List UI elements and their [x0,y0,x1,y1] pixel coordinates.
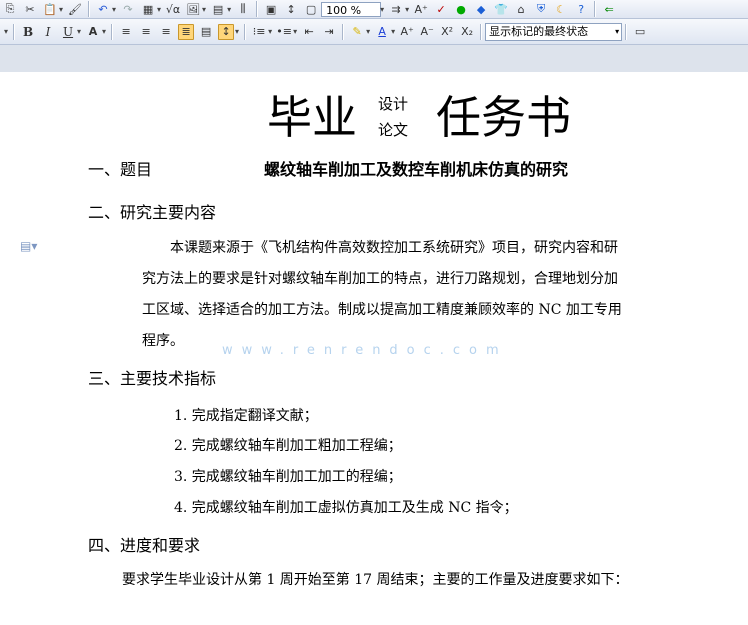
zoom-dropdown-icon[interactable]: ▾ [380,5,384,14]
toolbar-separator [342,23,345,40]
formula-icon[interactable]: √α [165,1,181,17]
underline-button[interactable]: U [60,24,76,40]
online-help-icon[interactable]: ● [453,1,469,17]
markup-view-value: 显示标记的最终状态 [489,24,589,38]
toolbar-separator [480,23,483,40]
numbering-dropdown-icon[interactable]: ▾ [268,27,272,36]
picture-dropdown-icon[interactable]: ▾ [202,5,206,14]
section-3-heading: 三、主要技术指标 [88,369,217,388]
ruler-area [0,45,748,73]
title-right: 任务书 [436,91,572,144]
line-spacing-icon[interactable]: ↕ [218,23,235,40]
highlight-icon[interactable]: ✎ [349,24,365,40]
document-title: 毕业 设计 论文 任务书 [0,90,748,150]
title-mid-top: 设计 [378,95,409,113]
italic-button[interactable]: I [40,24,56,40]
moon-icon[interactable]: ☾ [553,1,569,17]
align-left-icon[interactable]: ≡ [118,24,134,40]
paragraph-icon[interactable]: ▤▾ [20,239,37,253]
grid-dropdown-icon[interactable]: ▾ [227,5,231,14]
font-size-dropdown-icon[interactable]: ▾ [4,27,8,36]
justify-icon[interactable]: ≣ [178,23,195,40]
list-item: 3. 完成螺纹轴车削加工加工的程编； [174,469,402,485]
title-left: 毕业 [267,91,358,144]
increase-indent-icon[interactable]: ⇥ [321,24,337,40]
section-2-heading: 二、研究主要内容 [88,203,217,222]
toolbar-separator [594,1,597,17]
section-4-heading: 四、进度和要求 [88,536,201,555]
subject-title: 螺纹轴车削加工及数控车削机床仿真的研究 [264,160,569,179]
table-grid-icon[interactable]: ▤ [210,1,226,17]
list-item: 1. 完成指定翻译文献； [174,408,318,424]
back-arrow-icon[interactable]: ⇐ [601,1,617,17]
zoom-field[interactable]: 100 % [321,1,382,17]
toolbar-separator [625,23,628,40]
list-item: 2. 完成螺纹轴车削加工粗加工程编； [174,438,402,454]
align-right-icon[interactable]: ≡ [158,24,174,40]
copy-icon[interactable]: ⎘ [2,1,18,17]
chevron-down-icon: ▾ [615,26,620,36]
redo-icon[interactable]: ↷ [120,1,136,17]
line-spacing-dropdown-icon[interactable]: ▾ [235,27,239,36]
paste-dropdown-icon[interactable]: ▾ [59,5,63,14]
numbering-icon[interactable]: ⁝≡ [251,24,267,40]
text-effect-icon[interactable]: A [85,24,101,40]
paste-icon[interactable]: 📋 [42,1,58,17]
table-dropdown-icon[interactable]: ▾ [157,5,161,14]
share-dropdown-icon[interactable]: ▾ [405,5,409,14]
section-1-heading: 一、题目 [88,160,153,179]
format-painter-icon[interactable]: 🖌 [67,1,83,17]
columns-icon[interactable]: ⫼ [235,1,251,17]
shield-icon[interactable]: ⛨ [533,1,549,17]
shirt-icon[interactable]: 👕 [493,1,509,17]
formatting-toolbar: ▾ B I U ▾ A ▾ ≡ ≡ ≡ ≣ ▤ ↕ ▾ ⁝≡ ▾ •≡ ▾ ⇤ ⇥ ✎ ▾ … [0,19,748,45]
standard-toolbar: ⎘ ✂ 📋 ▾ 🖌 ↶ ▾ ↷ ▦ ▾ √α 🖼 ▾ ▤ ▾ ⫼ ▣ ↕ ▢ 100 % ▾… [0,0,748,19]
insert-picture-icon[interactable]: 🖼 [185,1,201,17]
text-effect-dropdown-icon[interactable]: ▾ [102,27,106,36]
content-line: 工区域、选择适合的加工方法。制成以提高加工精度兼顾效率的 NC 加工专用 [142,302,622,318]
grow-font-icon[interactable]: A⁺ [413,1,429,17]
font-color-dropdown-icon[interactable]: ▾ [391,27,395,36]
toolbar-separator [111,23,114,40]
help-icon[interactable]: ? [573,1,589,17]
track-changes-icon[interactable]: ▭ [632,24,648,40]
bullets-dropdown-icon[interactable]: ▾ [293,27,297,36]
cut-icon[interactable]: ✂ [22,1,38,17]
share-icon[interactable]: ⇉ [388,1,404,17]
underline-dropdown-icon[interactable]: ▾ [77,27,81,36]
requirement-text: 要求学生毕业设计从第 1 周开始至第 17 周结束；主要的工作量及进度要求如下： [122,572,629,588]
spell-check-icon[interactable]: ✓ [433,1,449,17]
font-color-icon[interactable]: A [374,24,390,40]
align-center-icon[interactable]: ≡ [138,24,154,40]
theme-icon[interactable]: ◆ [473,1,489,17]
toolbar-separator [88,1,91,17]
bold-button[interactable]: B [20,24,36,40]
superscript-icon[interactable]: X² [439,24,455,40]
page-view-icon[interactable]: ▢ [303,1,319,17]
bullets-icon[interactable]: •≡ [276,24,292,40]
subscript-icon[interactable]: X₂ [459,24,475,40]
show-marks-icon[interactable]: ↕ [283,1,299,17]
title-mid-bottom: 论文 [378,121,409,139]
shrink-font-size-icon[interactable]: A⁻ [419,24,435,40]
content-line: 本课题来源于《飞机结构件高效数控加工系统研究》项目，研究内容和研 [142,240,618,256]
undo-icon[interactable]: ↶ [95,1,111,17]
grow-font-size-icon[interactable]: A⁺ [399,24,415,40]
watermark: www.renrendoc.com [222,343,508,358]
highlight-dropdown-icon[interactable]: ▾ [366,27,370,36]
list-item: 4. 完成螺纹轴车削加工虚拟仿真加工及生成 NC 指令； [174,500,518,516]
distributed-align-icon[interactable]: ▤ [198,24,214,40]
markup-view-select[interactable]: 显示标记的最终状态 ▾ [485,22,623,41]
toolbar-separator [244,23,247,40]
decrease-indent-icon[interactable]: ⇤ [301,24,317,40]
document-map-icon[interactable]: ▣ [263,1,279,17]
content-line: 究方法上的要求是针对螺纹轴车削加工的特点，进行刀路规划，合理地划分加 [142,271,618,287]
insert-table-icon[interactable]: ▦ [140,1,156,17]
home-icon[interactable]: ⌂ [513,1,529,17]
toolbar-separator [256,1,259,17]
toolbar-separator [13,23,16,40]
undo-dropdown-icon[interactable]: ▾ [112,5,116,14]
